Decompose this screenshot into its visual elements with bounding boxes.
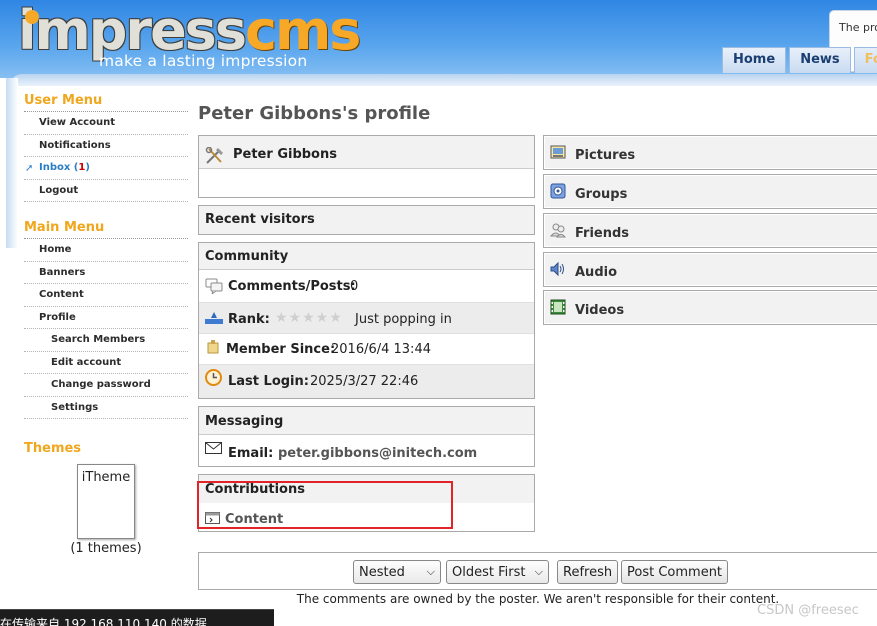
friends-label: Friends <box>575 226 630 241</box>
contributions-box: Contributions Content <box>198 474 535 532</box>
videos-box[interactable]: Videos <box>543 290 877 325</box>
last-login-value: 2025/3/27 22:46 <box>310 374 419 389</box>
last-login-label: Last Login: <box>228 374 309 389</box>
comment-order-select[interactable]: Oldest First ⌵ <box>446 560 549 584</box>
clock-icon <box>205 369 222 386</box>
profile-name: Peter Gibbons <box>233 147 337 162</box>
menu-item-content[interactable]: Content <box>24 284 188 307</box>
messaging-box: Messaging Email: peter.gibbons@initech.c… <box>198 406 535 467</box>
menu-item-home[interactable]: Home <box>24 239 188 262</box>
videos-label: Videos <box>575 303 625 318</box>
pictures-box[interactable]: Pictures <box>543 135 877 170</box>
inbox-close-paren: ) <box>85 162 90 173</box>
menu-item-settings[interactable]: Settings <box>24 397 188 419</box>
menu-item-profile[interactable]: Profile <box>24 307 188 329</box>
menu-item-inbox[interactable]: ➚ Inbox (1) <box>24 157 188 180</box>
menu-item-banners[interactable]: Banners <box>24 262 188 284</box>
videos-icon <box>550 299 566 315</box>
comments-controls: Nested ⌵ Oldest First ⌵ Refresh Post Com… <box>198 552 877 590</box>
groups-label: Groups <box>575 187 628 202</box>
chevron-down-icon: ⌵ <box>534 565 543 578</box>
logo-dot-icon <box>25 10 39 24</box>
email-label: Email: <box>228 446 274 461</box>
contributions-title: Contributions <box>199 475 534 503</box>
page-title: Peter Gibbons's profile <box>198 103 431 124</box>
comment-mode-select[interactable]: Nested ⌵ <box>353 560 441 584</box>
content-window-icon <box>205 512 220 524</box>
contributions-content-link[interactable]: Content <box>225 512 283 527</box>
logo-tagline: make a lasting impression <box>99 52 308 70</box>
profile-name-box: Peter Gibbons <box>198 135 535 198</box>
community-title: Community <box>199 243 534 270</box>
main-menu-block: Main Menu Home Banners Content Profile S… <box>24 220 188 419</box>
rank-label: Rank: <box>228 312 270 327</box>
content-frame-left <box>6 78 18 248</box>
profile-name-header: Peter Gibbons <box>199 136 534 169</box>
nav-tab-home[interactable]: Home <box>722 47 787 73</box>
member-since-value: 2016/6/4 13:44 <box>331 342 431 357</box>
friends-icon <box>549 222 567 238</box>
user-menu-block: User Menu View Account Notifications ➚ In… <box>24 93 188 202</box>
nav-tab-forum[interactable]: For <box>853 47 877 73</box>
groups-icon <box>550 183 566 199</box>
rank-icon <box>205 312 223 324</box>
pictures-icon <box>550 144 566 160</box>
comments-posts-value: 0 <box>350 279 359 294</box>
tools-icon <box>205 143 225 164</box>
themes-count: (1 themes) <box>70 541 142 556</box>
comment-mode-value: Nested <box>359 565 405 580</box>
menu-item-search-members[interactable]: Search Members <box>24 329 188 352</box>
email-row: Email: peter.gibbons@initech.com <box>199 435 534 466</box>
menu-item-view-account[interactable]: View Account <box>24 112 188 135</box>
menu-item-change-password[interactable]: Change password <box>24 374 188 397</box>
comments-posts-label: Comments/Posts: <box>228 279 356 294</box>
comment-order-value: Oldest First <box>452 565 526 580</box>
groups-box[interactable]: Groups <box>543 174 877 209</box>
email-link[interactable]: peter.gibbons@initech.com <box>278 446 477 461</box>
inbox-arrow-icon: ➚ <box>25 163 34 174</box>
member-since-row: Member Since: 2016/6/4 13:44 <box>199 333 534 364</box>
community-box: Community Comments/Posts: 0 Rank: ★★★★★ … <box>198 242 535 399</box>
menu-item-notifications[interactable]: Notifications <box>24 135 188 157</box>
comments-icon <box>205 278 223 296</box>
recent-visitors-title: Recent visitors <box>199 206 534 234</box>
pictures-label: Pictures <box>575 148 636 163</box>
theme-thumbnail[interactable]: iTheme <box>77 464 135 539</box>
post-comment-button[interactable]: Post Comment <box>621 560 729 584</box>
rank-row: Rank: ★★★★★ Just popping in <box>199 302 534 333</box>
audio-label: Audio <box>575 265 618 280</box>
audio-box[interactable]: Audio <box>543 252 877 287</box>
messaging-title: Messaging <box>199 407 534 435</box>
user-menu-title: User Menu <box>24 93 188 112</box>
chevron-down-icon: ⌵ <box>426 565 435 578</box>
nav-tab-news[interactable]: News <box>789 47 851 73</box>
envelope-icon <box>205 442 222 454</box>
main-menu-title: Main Menu <box>24 220 188 239</box>
sidebar: User Menu View Account Notifications ➚ In… <box>24 93 188 556</box>
content-frame-top <box>10 74 877 86</box>
refresh-button[interactable]: Refresh <box>557 560 619 584</box>
comments-posts-row: Comments/Posts: 0 <box>199 270 534 302</box>
last-login-row: Last Login: 2025/3/27 22:46 <box>199 364 534 398</box>
themes-block: Themes iTheme (1 themes) <box>24 441 188 556</box>
menu-item-edit-account[interactable]: Edit account <box>24 352 188 374</box>
rank-title: Just popping in <box>355 312 452 327</box>
recent-visitors-box: Recent visitors <box>198 205 535 235</box>
impresscms-logo[interactable]: impresscms make a lasting impression <box>18 0 361 72</box>
member-card-icon <box>207 340 219 354</box>
menu-item-logout[interactable]: Logout <box>24 180 188 202</box>
csdn-watermark: CSDN @freesec <box>757 603 859 618</box>
inbox-label: Inbox ( <box>39 162 79 173</box>
site-header: impresscms make a lasting impression The… <box>0 0 877 78</box>
browser-status-bar: 在传输来自 192.168.110.140 的数据... <box>0 609 274 626</box>
member-since-label: Member Since: <box>226 342 336 357</box>
audio-icon <box>550 261 566 277</box>
contributions-content-row[interactable]: Content <box>199 503 534 531</box>
friends-box[interactable]: Friends <box>543 213 877 248</box>
themes-title: Themes <box>24 441 82 456</box>
rank-stars: ★★★★★ <box>275 310 343 326</box>
top-nav: Home News For <box>722 47 877 73</box>
